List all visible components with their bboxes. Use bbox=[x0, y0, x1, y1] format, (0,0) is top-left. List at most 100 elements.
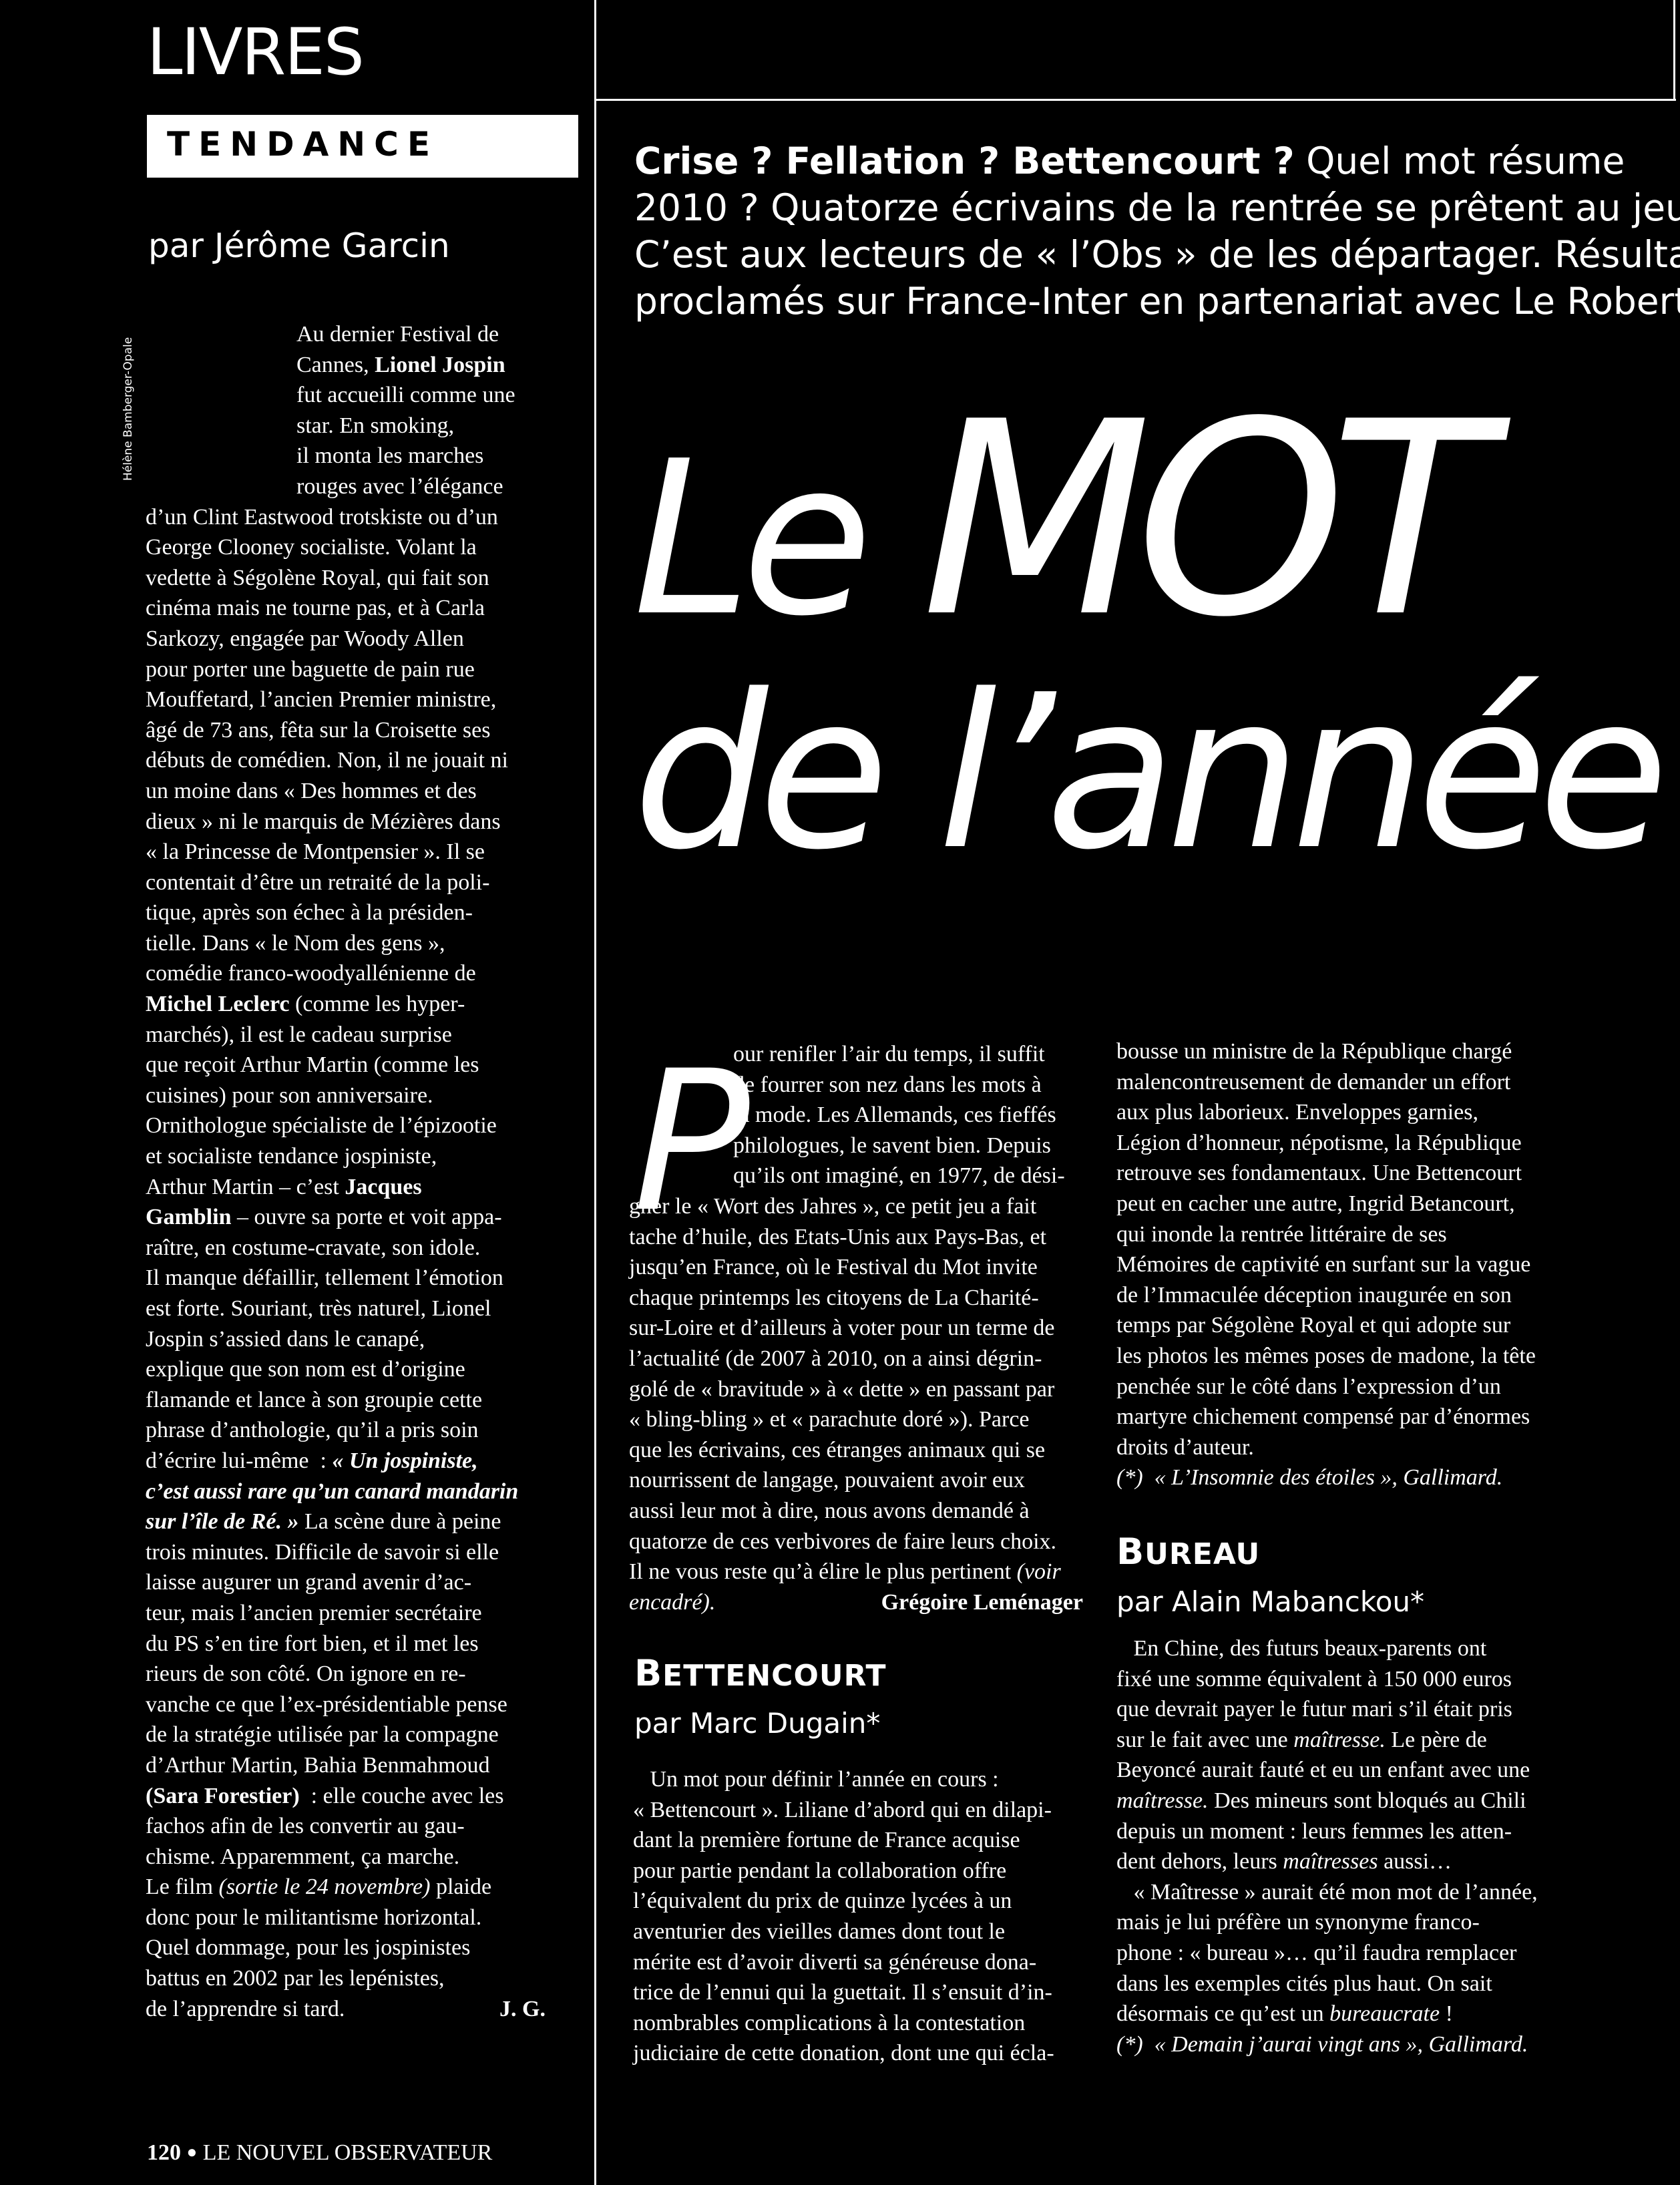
bettencourt-title: BETTENCOURT bbox=[634, 1652, 887, 1694]
author-signature: J. G. bbox=[499, 1996, 546, 2021]
text-line: tielle. Dans « le Nom des gens », bbox=[146, 930, 445, 956]
text-line: « bling-bling » et « parachute doré »). … bbox=[629, 1407, 1030, 1432]
text-line: dans les exemples cités plus haut. On sa… bbox=[1116, 1971, 1492, 1996]
deck-line: proclamés sur France-Inter en partenaria… bbox=[634, 280, 1680, 323]
text-line: il monta les marches bbox=[296, 443, 484, 469]
text-line: Jospin s’assied dans le canapé, bbox=[146, 1326, 425, 1352]
intro-body: our renifler l’air du temps, il suffit d… bbox=[629, 1039, 1083, 1617]
text-line: qu’ils ont imaginé, en 1977, de dési- bbox=[733, 1163, 1065, 1189]
text-line: explique que son nom est d’origine bbox=[146, 1357, 465, 1382]
text-line: encadré). Grégoire Leménager bbox=[629, 1587, 1083, 1618]
text-line: nombrables complications à la contestati… bbox=[633, 2010, 1026, 2035]
page-number: 120 bbox=[147, 2140, 181, 2165]
footnote: (*) « Demain j’aurai vingt ans », Gallim… bbox=[1116, 2031, 1528, 2057]
text-line: aussi leur mot à dire, nous avons demand… bbox=[629, 1498, 1030, 1523]
text-line: rouges avec l’élégance bbox=[296, 473, 503, 499]
text-line: laisse augurer un grand avenir d’ac- bbox=[146, 1570, 472, 1595]
text-line: sur le fait avec une maîtresse. Le père … bbox=[1116, 1727, 1487, 1752]
text-line: aux plus laborieux. Enveloppes garnies, bbox=[1116, 1100, 1478, 1125]
text-line: penchée sur le côté dans l’expression d’… bbox=[1116, 1374, 1501, 1399]
text-line: peut en cacher une autre, Ingrid Betanco… bbox=[1116, 1191, 1515, 1216]
text-line: nourrissent de langage, pouvaient avoir … bbox=[629, 1468, 1025, 1493]
text-line: débuts de comédien. Non, il ne jouait ni bbox=[146, 748, 508, 773]
publication-name: LE NOUVEL OBSERVATEUR bbox=[202, 2140, 493, 2165]
text-line: fachos afin de les convertir au gau- bbox=[146, 1814, 465, 1839]
text-line: Il manque défaillir, tellement l’émotion bbox=[146, 1265, 503, 1291]
text-line: sur-Loire et d’ailleurs à voter pour un … bbox=[629, 1316, 1055, 1341]
text-line: d’un Clint Eastwood trotskiste ou d’un bbox=[146, 504, 498, 530]
page-footer: 120 ● LE NOUVEL OBSERVATEUR bbox=[147, 2140, 492, 2167]
text-line: les photos les mêmes poses de madone, la… bbox=[1116, 1343, 1536, 1368]
article-deck: Crise ? Fellation ? Bettencourt ? Quel m… bbox=[634, 138, 1680, 325]
text-line: de fourrer son nez dans les mots à bbox=[733, 1072, 1042, 1097]
text-line: comédie franco-woodyallénienne de bbox=[146, 961, 476, 986]
text-line: est forte. Souriant, très naturel, Lione… bbox=[146, 1296, 491, 1321]
text-line: pour partie pendant la collaboration off… bbox=[633, 1858, 1007, 1883]
text-line: gner le « Wort des Jahres », ce petit je… bbox=[629, 1193, 1037, 1219]
text-line: du PS s’en tire fort bien, et il met les bbox=[146, 1631, 479, 1656]
text-line: Le film (sortie le 24 novembre) plaide bbox=[146, 1874, 492, 1900]
text-line: dieux » ni le marquis de Mézières dans bbox=[146, 809, 501, 834]
text-line: « Maîtresse » aurait été mon mot de l’an… bbox=[1116, 1879, 1538, 1905]
text-line: désormais ce qu’est un bureaucrate ! bbox=[1116, 2001, 1453, 2027]
text-line: Sarkozy, engagée par Woody Allen bbox=[146, 626, 464, 651]
text-line: de l’Immaculée déception inaugurée en so… bbox=[1116, 1282, 1512, 1308]
text-line: et socialiste tendance jospiniste, bbox=[146, 1144, 437, 1169]
text-line: fut accueilli comme une bbox=[296, 383, 515, 408]
text-line: our renifler l’air du temps, il suffit bbox=[733, 1042, 1045, 1066]
text-line: mérite est d’avoir diverti sa généreuse … bbox=[633, 1949, 1037, 1975]
text-line: tache d’huile, des Etats-Unis aux Pays-B… bbox=[629, 1224, 1047, 1249]
text-line: Un mot pour définir l’année en cours : bbox=[633, 1767, 999, 1792]
text-line: phone : « bureau »… qu’il faudra remplac… bbox=[1116, 1940, 1517, 1965]
text-line: Michel Leclerc (comme les hyper- bbox=[146, 992, 465, 1017]
text-line: mais je lui préfère un synonyme franco- bbox=[1116, 1910, 1480, 1935]
text-line: Légion d’honneur, népotisme, la Républiq… bbox=[1116, 1130, 1522, 1155]
text-line: Quel dommage, pour les jospinistes bbox=[146, 1935, 471, 1961]
text-line: bousse un ministre de la République char… bbox=[1116, 1039, 1512, 1064]
text-line: vedette à Ségolène Royal, qui fait son bbox=[146, 565, 489, 590]
text-line: philologues, le savent bien. Depuis bbox=[733, 1133, 1051, 1158]
text-line: Au dernier Festival de bbox=[296, 322, 499, 347]
text-line: que les écrivains, ces étranges animaux … bbox=[629, 1437, 1046, 1462]
deck-line: 2010 ? Quatorze écrivains de la rentrée … bbox=[634, 186, 1680, 229]
text-line: aventurier des vieilles dames dont tout … bbox=[633, 1919, 1006, 1944]
text-line: judiciaire de cette donation, dont une q… bbox=[633, 2041, 1054, 2066]
text-line: que devrait payer le futur mari s’il éta… bbox=[1116, 1697, 1512, 1722]
text-line: contentait d’être un retraité de la poli… bbox=[146, 869, 490, 895]
header-rule-right bbox=[1673, 0, 1675, 100]
text-line: qui inonde la rentrée littéraire de ses bbox=[1116, 1221, 1447, 1247]
text-line: que reçoit Arthur Martin (comme les bbox=[146, 1052, 479, 1078]
text-line: chisme. Apparemment, ça marche. bbox=[146, 1844, 460, 1869]
text-line: de l’apprendre si tard. J. G. bbox=[146, 1994, 546, 2025]
bureau-byline: par Alain Mabanckou* bbox=[1116, 1585, 1425, 1618]
text-line: Mouffetard, l’ancien Premier ministre, bbox=[146, 687, 497, 713]
text-line: jusqu’en France, où le Festival du Mot i… bbox=[629, 1255, 1038, 1280]
text-line: Gamblin – ouvre sa porte et voit appa- bbox=[146, 1205, 502, 1230]
text-line: dant la première fortune de France acqui… bbox=[633, 1828, 1020, 1853]
bettencourt-byline: par Marc Dugain* bbox=[634, 1707, 881, 1740]
headline-line2: de l’année bbox=[633, 649, 1669, 896]
text-line: sur l’île de Ré. » La scène dure à peine bbox=[146, 1509, 501, 1535]
text-line: fixé une somme équivalent à 150 000 euro… bbox=[1116, 1666, 1512, 1692]
tendance-box: TENDANCE bbox=[147, 115, 578, 178]
text-line: maîtresse. Des mineurs sont bloqués au C… bbox=[1116, 1788, 1526, 1813]
text-line: pour porter une baguette de pain rue bbox=[146, 656, 475, 682]
header-rule bbox=[594, 99, 1676, 101]
text-line: flamande et lance à son groupie cette bbox=[146, 1387, 483, 1412]
text-line: malencontreusement de demander un effort bbox=[1116, 1069, 1511, 1095]
deck-line: C’est aux lecteurs de « l’Obs » de les d… bbox=[634, 233, 1680, 276]
text-line: temps par Ségolène Royal et qui adopte s… bbox=[1116, 1313, 1511, 1338]
section-title: LIVRES bbox=[147, 15, 365, 89]
text-line: tique, après son échec à la présiden- bbox=[146, 900, 473, 926]
bullet-icon: ● bbox=[186, 2142, 198, 2162]
text-line: battus en 2002 par les lepénistes, bbox=[146, 1966, 445, 1991]
text-line: l’actualité (de 2007 à 2010, on a ainsi … bbox=[629, 1346, 1042, 1371]
text-line: trois minutes. Difficile de savoir si el… bbox=[146, 1539, 499, 1565]
text-line: donc pour le militantisme horizontal. bbox=[146, 1905, 482, 1930]
text-line: Ornithologue spécialiste de l’épizootie bbox=[146, 1113, 497, 1139]
text-line: martyre chichement compensé par d’énorme… bbox=[1116, 1404, 1530, 1430]
text-line: Il ne vous reste qu’à élire le plus pert… bbox=[629, 1559, 1061, 1585]
text-line: Mémoires de captivité en surfant sur la … bbox=[1116, 1252, 1531, 1277]
text-line: En Chine, des futurs beaux-parents ont bbox=[1116, 1636, 1487, 1661]
text-line: Beyoncé aurait fauté et eu un enfant ave… bbox=[1116, 1758, 1530, 1783]
